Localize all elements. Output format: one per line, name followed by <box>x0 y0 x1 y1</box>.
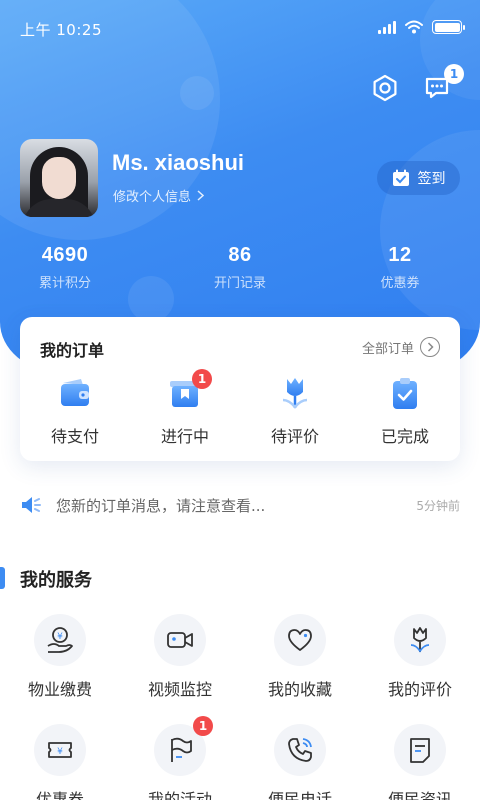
activities-badge: 1 <box>193 716 213 736</box>
service-favorites[interactable]: 我的收藏 <box>240 614 360 700</box>
service-video-monitor[interactable]: 视频监控 <box>120 614 240 700</box>
all-orders-label: 全部订单 <box>361 341 414 357</box>
edit-profile-link[interactable]: 修改个人信息 <box>113 186 205 205</box>
order-in-progress[interactable]: 进行中 <box>130 374 240 447</box>
tulip-icon <box>394 614 446 666</box>
status-time: 上午 10:25 <box>20 21 102 39</box>
section-accent-bar <box>0 567 5 589</box>
stat-label: 累计积分 <box>38 276 91 291</box>
service-label: 便民资讯 <box>387 790 452 800</box>
stat-label: 开门记录 <box>213 276 266 291</box>
decor-bubble <box>180 76 214 110</box>
decor-bubble <box>380 130 480 330</box>
yuan-hand-icon: ¥ <box>34 614 86 666</box>
document-icon <box>394 724 446 776</box>
stat-value: 4690 <box>41 244 89 266</box>
message-badge: 1 <box>444 64 464 84</box>
notice-time: 5分钟前 <box>416 498 460 513</box>
avatar[interactable] <box>20 139 98 217</box>
settings-icon <box>373 74 397 102</box>
service-news[interactable]: 便民资讯 <box>360 724 480 800</box>
service-property-fee[interactable]: ¥ 物业缴费 <box>0 614 120 700</box>
user-name: Ms. xiaoshui <box>112 150 245 175</box>
heart-icon <box>274 614 326 666</box>
stat-label: 优惠券 <box>380 276 420 291</box>
status-bar: 上午 10:25 <box>0 0 480 56</box>
chevron-right-icon <box>197 190 205 201</box>
order-item-label: 待评价 <box>270 427 319 446</box>
service-coupons[interactable]: ¥ 优惠券 <box>0 724 120 800</box>
service-label: 便民电话 <box>267 790 332 800</box>
stat-door-records[interactable]: 86 开门记录 <box>170 244 310 291</box>
notice-text: 您新的订单消息，请注意查看... <box>56 496 266 515</box>
svg-text:¥: ¥ <box>57 632 63 642</box>
order-notice[interactable]: 您新的订单消息，请注意查看... 5分钟前 <box>20 490 460 520</box>
service-hotline[interactable]: 便民电话 <box>240 724 360 800</box>
order-item-label: 已完成 <box>380 427 429 446</box>
all-orders-link[interactable]: 全部订单 <box>362 337 440 357</box>
services-title: 我的服务 <box>20 570 92 591</box>
order-pending-payment[interactable]: 待支付 <box>20 374 130 447</box>
chevron-right-circle-icon <box>420 337 440 357</box>
order-item-label: 进行中 <box>160 427 209 446</box>
order-completed[interactable]: 已完成 <box>350 374 460 447</box>
clipboard-check-icon <box>385 374 425 414</box>
service-label: 视频监控 <box>147 680 212 699</box>
wifi-icon <box>405 20 423 34</box>
phone-icon <box>274 724 326 776</box>
signin-button[interactable]: 签到 <box>377 161 460 195</box>
in-progress-badge: 1 <box>192 369 212 389</box>
calendar-check-icon <box>392 169 409 186</box>
service-label: 物业缴费 <box>27 680 92 699</box>
speaker-icon <box>22 497 41 513</box>
wallet-icon <box>55 374 95 414</box>
cellular-signal-icon <box>378 20 396 34</box>
stat-coupons[interactable]: 12 优惠券 <box>330 244 470 291</box>
signin-label: 签到 <box>417 171 446 187</box>
orders-title: 我的订单 <box>40 341 105 360</box>
edit-profile-label: 修改个人信息 <box>113 190 192 205</box>
service-label: 我的评价 <box>387 680 452 699</box>
service-my-reviews[interactable]: 我的评价 <box>360 614 480 700</box>
stat-value: 12 <box>388 244 412 266</box>
settings-button[interactable] <box>369 72 401 104</box>
service-label: 优惠券 <box>35 790 84 800</box>
stat-points[interactable]: 4690 累计积分 <box>0 244 135 291</box>
my-orders-card: 我的订单 全部订单 待支付 进行中 1 待评价 已完成 <box>20 317 460 461</box>
order-to-review[interactable]: 待评价 <box>240 374 350 447</box>
service-label: 我的收藏 <box>267 680 332 699</box>
service-my-activities[interactable]: 我的活动 <box>120 724 240 800</box>
svg-text:¥: ¥ <box>57 747 63 757</box>
battery-icon <box>432 20 465 34</box>
service-label: 我的活动 <box>147 790 212 800</box>
stat-value: 86 <box>228 244 252 266</box>
order-item-label: 待支付 <box>50 427 99 446</box>
tulip-icon <box>275 374 315 414</box>
video-camera-icon <box>154 614 206 666</box>
coupon-icon: ¥ <box>34 724 86 776</box>
